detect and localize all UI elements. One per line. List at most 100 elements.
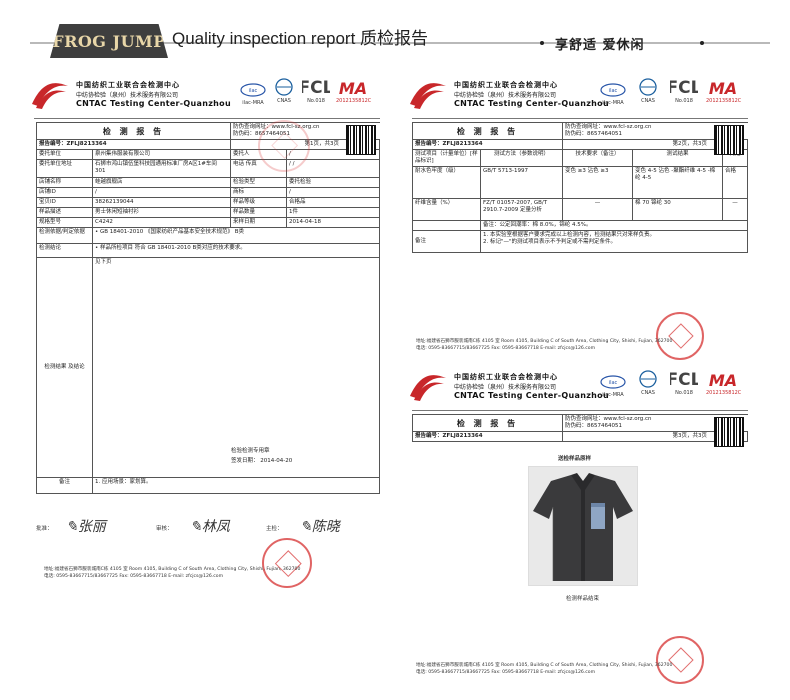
brand-logo: FROG JUMP (50, 24, 168, 58)
field-value: / (286, 187, 380, 198)
header-rule (34, 118, 380, 119)
table-cell: — (562, 198, 633, 221)
ilac-label: ilac-MRA (602, 392, 624, 398)
field-value: 蛙越旗舰店 (92, 177, 231, 188)
org-name-en: CNTAC Testing Center-Quanzhou (454, 99, 609, 108)
fcl-logo: FCL No.018 (299, 76, 334, 106)
reviewer-label: 审核： (156, 526, 173, 532)
table-row: 委托单位 泉州集伟服装有限公司 委托人 / (36, 149, 380, 160)
column-header: 技术要求（备注） (562, 149, 633, 167)
basis-label: 检测依据/判定依据 (36, 227, 93, 244)
sample-photo-caption: 检测样品结束 (566, 596, 600, 602)
report-table-2: 检 测 报 告 防伪查询网址：www.fcl-sz.org.cn 防伪码：865… (412, 122, 748, 253)
report-number: 报告编号：ZFLJ8213364 (412, 139, 563, 150)
remark-label: 备注 (36, 477, 93, 494)
report-body-1: 检 测 报 告 防伪查询网址：www.fcl-sz.org.cn 防伪码：865… (36, 120, 380, 494)
report-header: 中国纺织工业联合会检测中心 中纺协检验（泉州）技术服务有限公司 CNTAC Te… (30, 70, 382, 120)
field-value: 1件 (286, 207, 380, 218)
table-cell: — (722, 198, 748, 221)
report-body-3: 检 测 报 告 防伪查询网址：www.fcl-sz.org.cn 防伪码：865… (412, 414, 748, 447)
cnas-label: CNAS (641, 390, 655, 396)
svg-text:ilac: ilac (609, 380, 618, 386)
result-label: 检测结果 及结论 (36, 257, 93, 478)
conclusion-value: • 样品所检项目 符合 GB 18401-2010 B类对应的技术要求。 (92, 243, 380, 258)
svg-text:ilac: ilac (609, 88, 618, 94)
fcl-number: No.018 (675, 390, 693, 396)
table-row: 宝贝ID 38262139044 样品等级 合格品 (36, 197, 380, 208)
inspection-seal-watermark (258, 120, 310, 172)
field-value: 男士休闲短袖衬衫 (92, 207, 231, 218)
table-cell: GB/T 5713-1997 (480, 166, 563, 199)
report-body-2: 检 测 报 告 防伪查询网址：www.fcl-sz.org.cn 防伪码：865… (412, 122, 748, 253)
issue-date-label: 签发日期： (231, 458, 259, 464)
slogan-dot-right (700, 41, 704, 45)
report-title: 检 测 报 告 (36, 122, 231, 140)
field-label: 来样日期 (230, 217, 287, 228)
conclusion-label: 检测结论 (36, 243, 93, 258)
cnas-logo: CNAS (636, 78, 660, 104)
org-name-cn: 中国纺织工业联合会检测中心 (76, 81, 180, 89)
field-label: 宝贝ID (36, 197, 93, 208)
table-cell: 耐水色牢度（级） (412, 166, 481, 199)
qr-code (714, 125, 744, 155)
cntac-swoosh-logo (32, 83, 68, 109)
fcl-number: No.018 (675, 98, 693, 104)
cnas-label: CNAS (277, 98, 291, 104)
column-header: 测试方法（参数说明） (480, 149, 563, 167)
fcl-number: No.018 (307, 98, 325, 104)
approver-signature: ✎张丽 (66, 519, 106, 535)
ilac-label: ilac-MRA (602, 100, 624, 106)
field-label: 委托单位地址 (36, 159, 93, 178)
report-page-2: 中国纺织工业联合会检测中心 中纺协检验（泉州）技术服务有限公司 CNTAC Te… (408, 70, 760, 360)
field-label: 商标 (230, 187, 287, 198)
footer-contact: 电话: 0595-83667715/83667725 Fax: 0595-836… (416, 346, 596, 351)
cma-logo: MA 2012135812C (706, 78, 741, 106)
cma-logo: MA 2012135812C (706, 370, 741, 398)
cntac-swoosh-logo (410, 375, 446, 401)
svg-text:FCL: FCL (302, 78, 330, 96)
report-table-3: 检 测 报 告 防伪查询网址：www.fcl-sz.org.cn 防伪码：865… (412, 414, 748, 442)
qr-code (714, 417, 744, 447)
field-label: 样品描述 (36, 207, 93, 218)
svg-text:ilac: ilac (249, 88, 258, 94)
maker-label: 主检： (266, 526, 283, 532)
field-value: 泉州集伟服装有限公司 (92, 149, 231, 160)
table-cell: 变色 ≥3 沾色 ≥3 (562, 166, 633, 199)
cnas-logo: CNAS (272, 78, 296, 104)
remark-line-2: 2. 标记"—"的测试项目表示不予判定或不需判定条件。 (483, 239, 617, 245)
table-row: 纤维含量（%） FZ/T 01057-2007, GB/T 2910.7-200… (412, 198, 748, 221)
ilac-mra-logo: ilac ilac-MRA (600, 82, 626, 106)
table-cell: 纤维含量（%） (412, 198, 481, 221)
org-name-en: CNTAC Testing Center-Quanzhou (454, 391, 609, 400)
svg-text:MA: MA (339, 79, 367, 96)
slogan-dot-left (540, 41, 544, 45)
field-value: 2014-04-18 (286, 217, 380, 228)
field-label: 样品等级 (230, 197, 287, 208)
footer-contact: 电话: 0595-83667715/83667725 Fax: 0595-836… (44, 574, 224, 579)
svg-text:MA: MA (709, 371, 737, 388)
remark-cell: 1. 本实验室根据客户要求完成以上检测内容，检测结果只对来样负责。 2. 标记"… (480, 230, 748, 253)
maker-signature: ✎陈晓 (300, 519, 340, 535)
ilac-mra-logo: ilac ilac-MRA (240, 82, 266, 106)
footer-contact: 电话: 0595-83667715/83667725 Fax: 0595-836… (416, 670, 596, 675)
svg-text:MA: MA (709, 79, 737, 96)
remark-line-1: 1. 本实验室根据客户要求完成以上检测内容，检测结果只对来样负责。 (483, 232, 655, 238)
report-title: 检 测 报 告 (412, 122, 563, 140)
cma-number: 2012135812C (336, 98, 372, 104)
report-number: 报告编号：ZFLJ8213364 (36, 139, 231, 150)
field-label: 店铺ID (36, 187, 93, 198)
cnas-logo: CNAS (636, 370, 660, 396)
table-row: 耐水色牢度（级） GB/T 5713-1997 变色 ≥3 沾色 ≥3 变色 4… (412, 166, 748, 199)
svg-text:FCL: FCL (670, 370, 698, 388)
org-subname-cn: 中纺协检验（泉州）技术服务有限公司 (454, 92, 557, 99)
qr-code (346, 125, 376, 155)
cntac-swoosh-logo (410, 83, 446, 109)
table-cell: 合格 (722, 166, 748, 199)
table-row: 委托单位地址 石狮市鸿山镇伍堡科技园通用标准厂房A区1#车间 301 电话 传真… (36, 159, 380, 178)
red-seal-stamp (262, 538, 312, 588)
svg-text:FCL: FCL (670, 78, 698, 96)
table-row: 规格型号 C4242 来样日期 2014-04-18 (36, 217, 380, 228)
column-header: 测试项目（计量单位）[样品标识] (412, 149, 481, 167)
remark-value: 1. 应用场景：家划算。 (92, 477, 380, 494)
footer-address: 地址:福建省石狮市服装城南C栋 4105 室 Room 4105, Buildi… (416, 339, 673, 344)
